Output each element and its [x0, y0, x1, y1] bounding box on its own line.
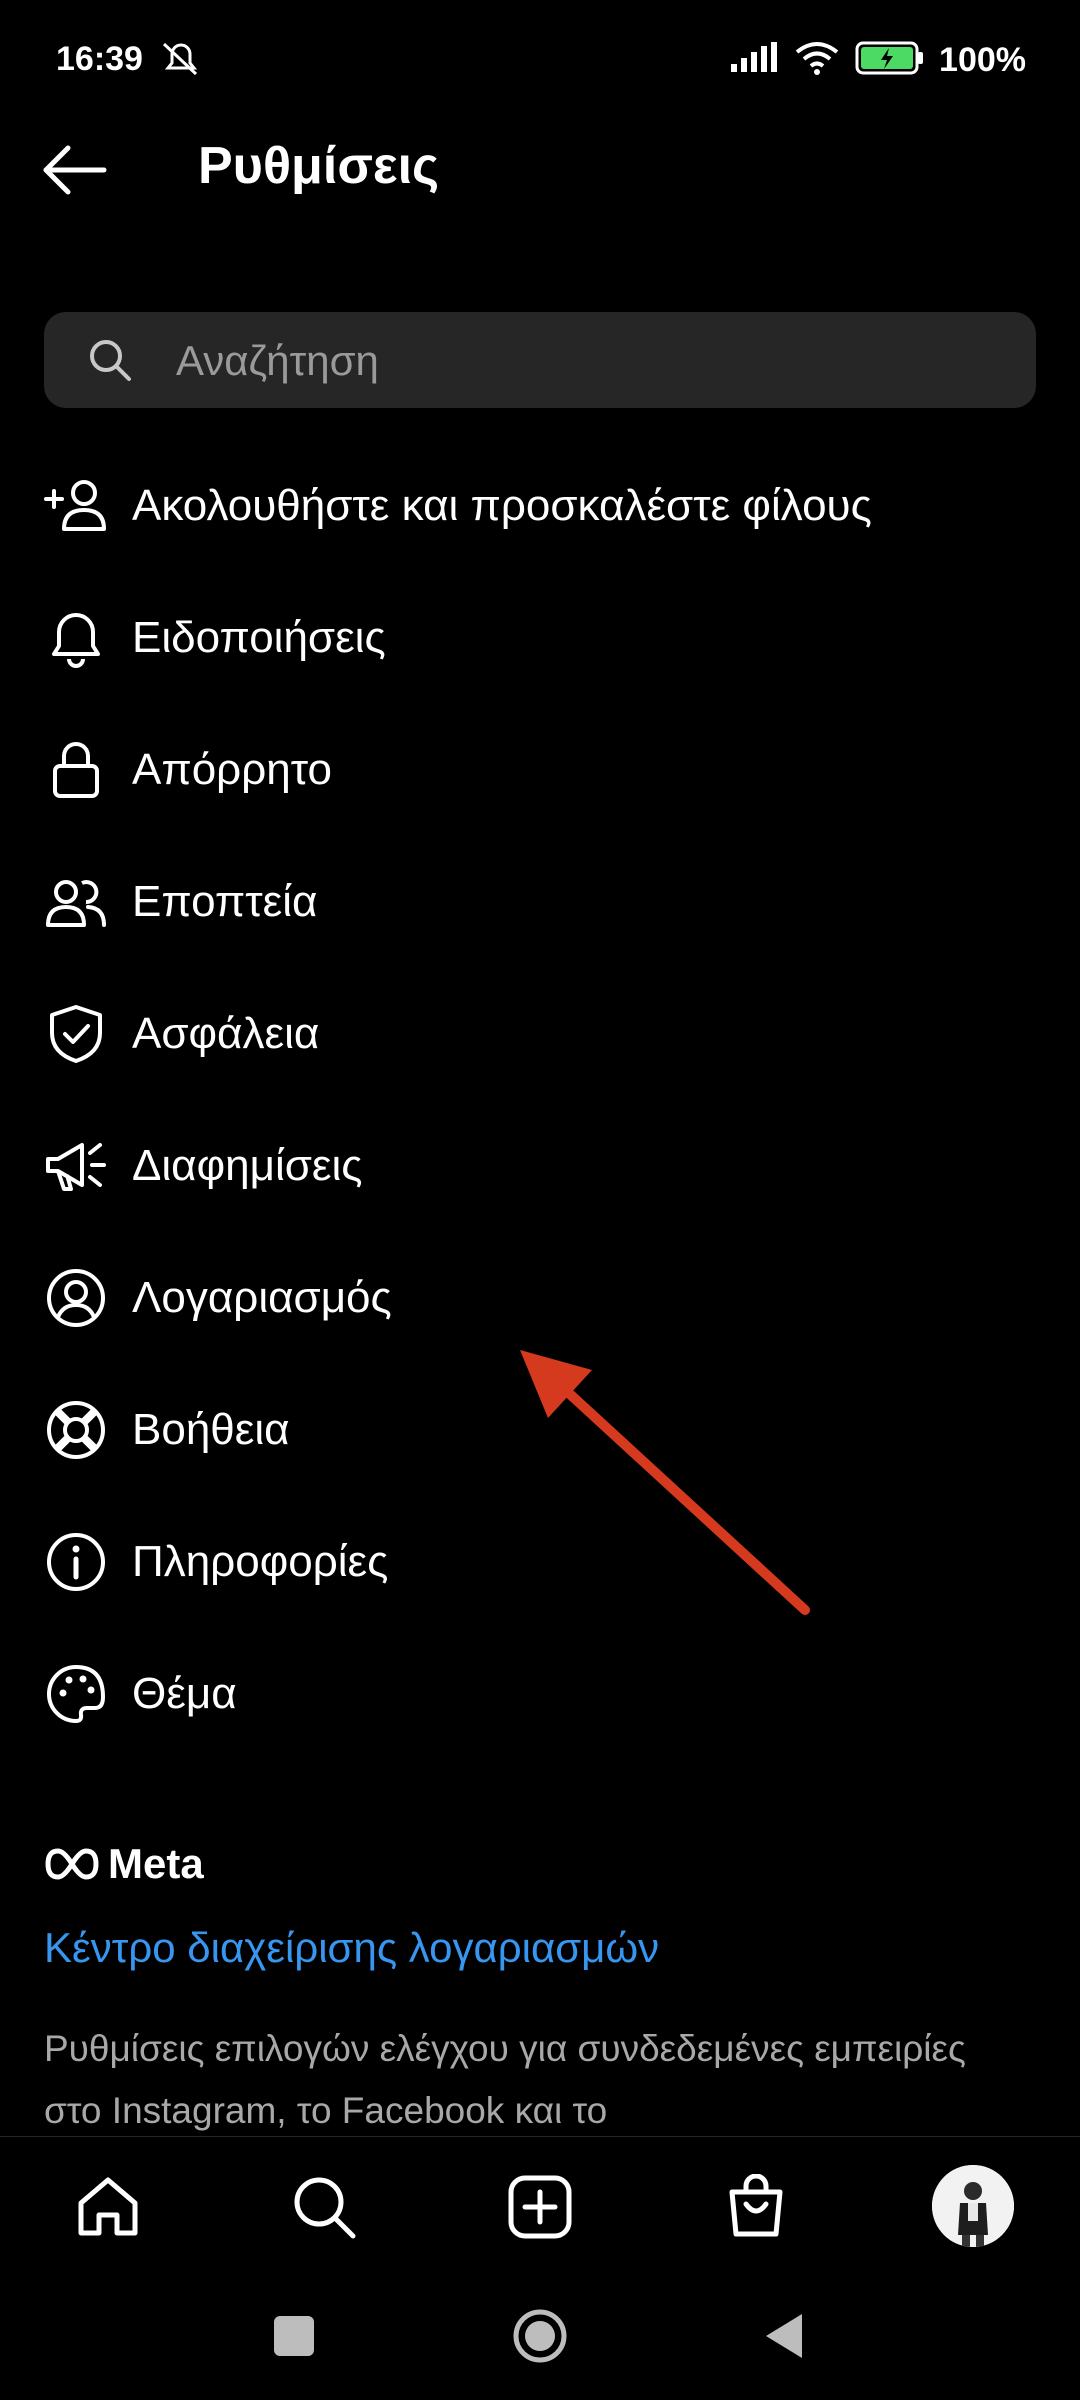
palette-icon: [44, 1662, 108, 1726]
status-icons: 100%: [729, 40, 1026, 81]
shield-check-icon: [44, 1002, 108, 1066]
menu-item-label: Ακολουθήστε και προσκαλέστε φίλους: [132, 481, 872, 530]
menu-item-theme[interactable]: Θέμα: [0, 1628, 1080, 1760]
battery-icon: [855, 41, 925, 80]
nav-home-button[interactable]: [70, 2169, 146, 2245]
recents-button[interactable]: [264, 2306, 324, 2366]
bell-icon: [44, 606, 108, 670]
nav-create-button[interactable]: [502, 2169, 578, 2245]
menu-item-label: Πληροφορίες: [132, 1537, 389, 1586]
info-icon: [44, 1530, 108, 1594]
menu-item-label: Θέμα: [132, 1669, 237, 1718]
menu-item-label: Λογαριασμός: [132, 1273, 392, 1322]
wifi-icon: [793, 40, 841, 81]
megaphone-icon: [44, 1134, 108, 1198]
accounts-center-link[interactable]: Κέντρο διαχείρισης λογαριασμών: [44, 1924, 659, 1972]
menu-item-ads[interactable]: Διαφημίσεις: [0, 1100, 1080, 1232]
meta-logo: Meta: [44, 1840, 204, 1888]
account-icon: [44, 1266, 108, 1330]
search-input[interactable]: [174, 312, 998, 410]
menu-item-privacy[interactable]: Απόρρητο: [0, 704, 1080, 836]
menu-item-notifications[interactable]: Ειδοποιήσεις: [0, 572, 1080, 704]
menu-item-supervision[interactable]: Εποπτεία: [0, 836, 1080, 968]
menu-item-help[interactable]: Βοήθεια: [0, 1364, 1080, 1496]
lock-icon: [44, 738, 108, 802]
back-nav-button[interactable]: [756, 2306, 816, 2366]
nav-search-button[interactable]: [286, 2169, 362, 2245]
menu-item-label: Διαφημίσεις: [132, 1141, 363, 1190]
menu-item-label: Απόρρητο: [132, 745, 332, 794]
menu-item-security[interactable]: Ασφάλεια: [0, 968, 1080, 1100]
plus-square-icon: [508, 2175, 572, 2239]
header: Ρυθμίσεις: [0, 120, 1080, 220]
page-title: Ρυθμίσεις: [198, 137, 440, 195]
menu-item-label: Εποπτεία: [132, 877, 318, 926]
search-icon: [294, 2177, 356, 2239]
settings-menu: Ακολουθήστε και προσκαλέστε φίλους Ειδοπ…: [0, 440, 1080, 1760]
menu-item-label: Ειδοποιήσεις: [132, 613, 386, 662]
arrow-left-icon: [43, 145, 107, 195]
menu-item-account[interactable]: Λογαριασμός: [0, 1232, 1080, 1364]
nav-shop-button[interactable]: [718, 2169, 794, 2245]
status-time: 16:39: [56, 40, 143, 78]
menu-item-about[interactable]: Πληροφορίες: [0, 1496, 1080, 1628]
lifebuoy-icon: [44, 1398, 108, 1462]
profile-photo: [932, 2165, 1014, 2247]
menu-item-label: Βοήθεια: [132, 1405, 290, 1454]
shopping-bag-icon: [729, 2174, 783, 2237]
search-bar[interactable]: [44, 312, 1036, 410]
people-icon: [44, 870, 108, 934]
home-button[interactable]: [510, 2306, 570, 2366]
bottom-nav: [0, 2136, 1080, 2273]
meta-brand: Meta: [108, 1840, 204, 1887]
accounts-center-description: Ρυθμίσεις επιλογών ελέγχου για συνδεδεμέ…: [44, 2028, 966, 2131]
system-nav-bar: [0, 2272, 1080, 2400]
status-bar: 16:39 100%: [0, 0, 1080, 120]
signal-icon: [729, 42, 779, 79]
menu-item-label: Ασφάλεια: [132, 1009, 320, 1058]
home-icon: [78, 2177, 138, 2236]
meta-infinity-icon: [45, 1848, 99, 1880]
profile-avatar[interactable]: [932, 2165, 1014, 2247]
back-button[interactable]: [40, 144, 120, 204]
muted-bell-icon: [160, 40, 202, 81]
menu-item-follow-invite[interactable]: Ακολουθήστε και προσκαλέστε φίλους: [0, 440, 1080, 572]
add-person-icon: [44, 474, 108, 538]
battery-level: 100%: [939, 41, 1026, 79]
search-icon: [88, 338, 132, 387]
